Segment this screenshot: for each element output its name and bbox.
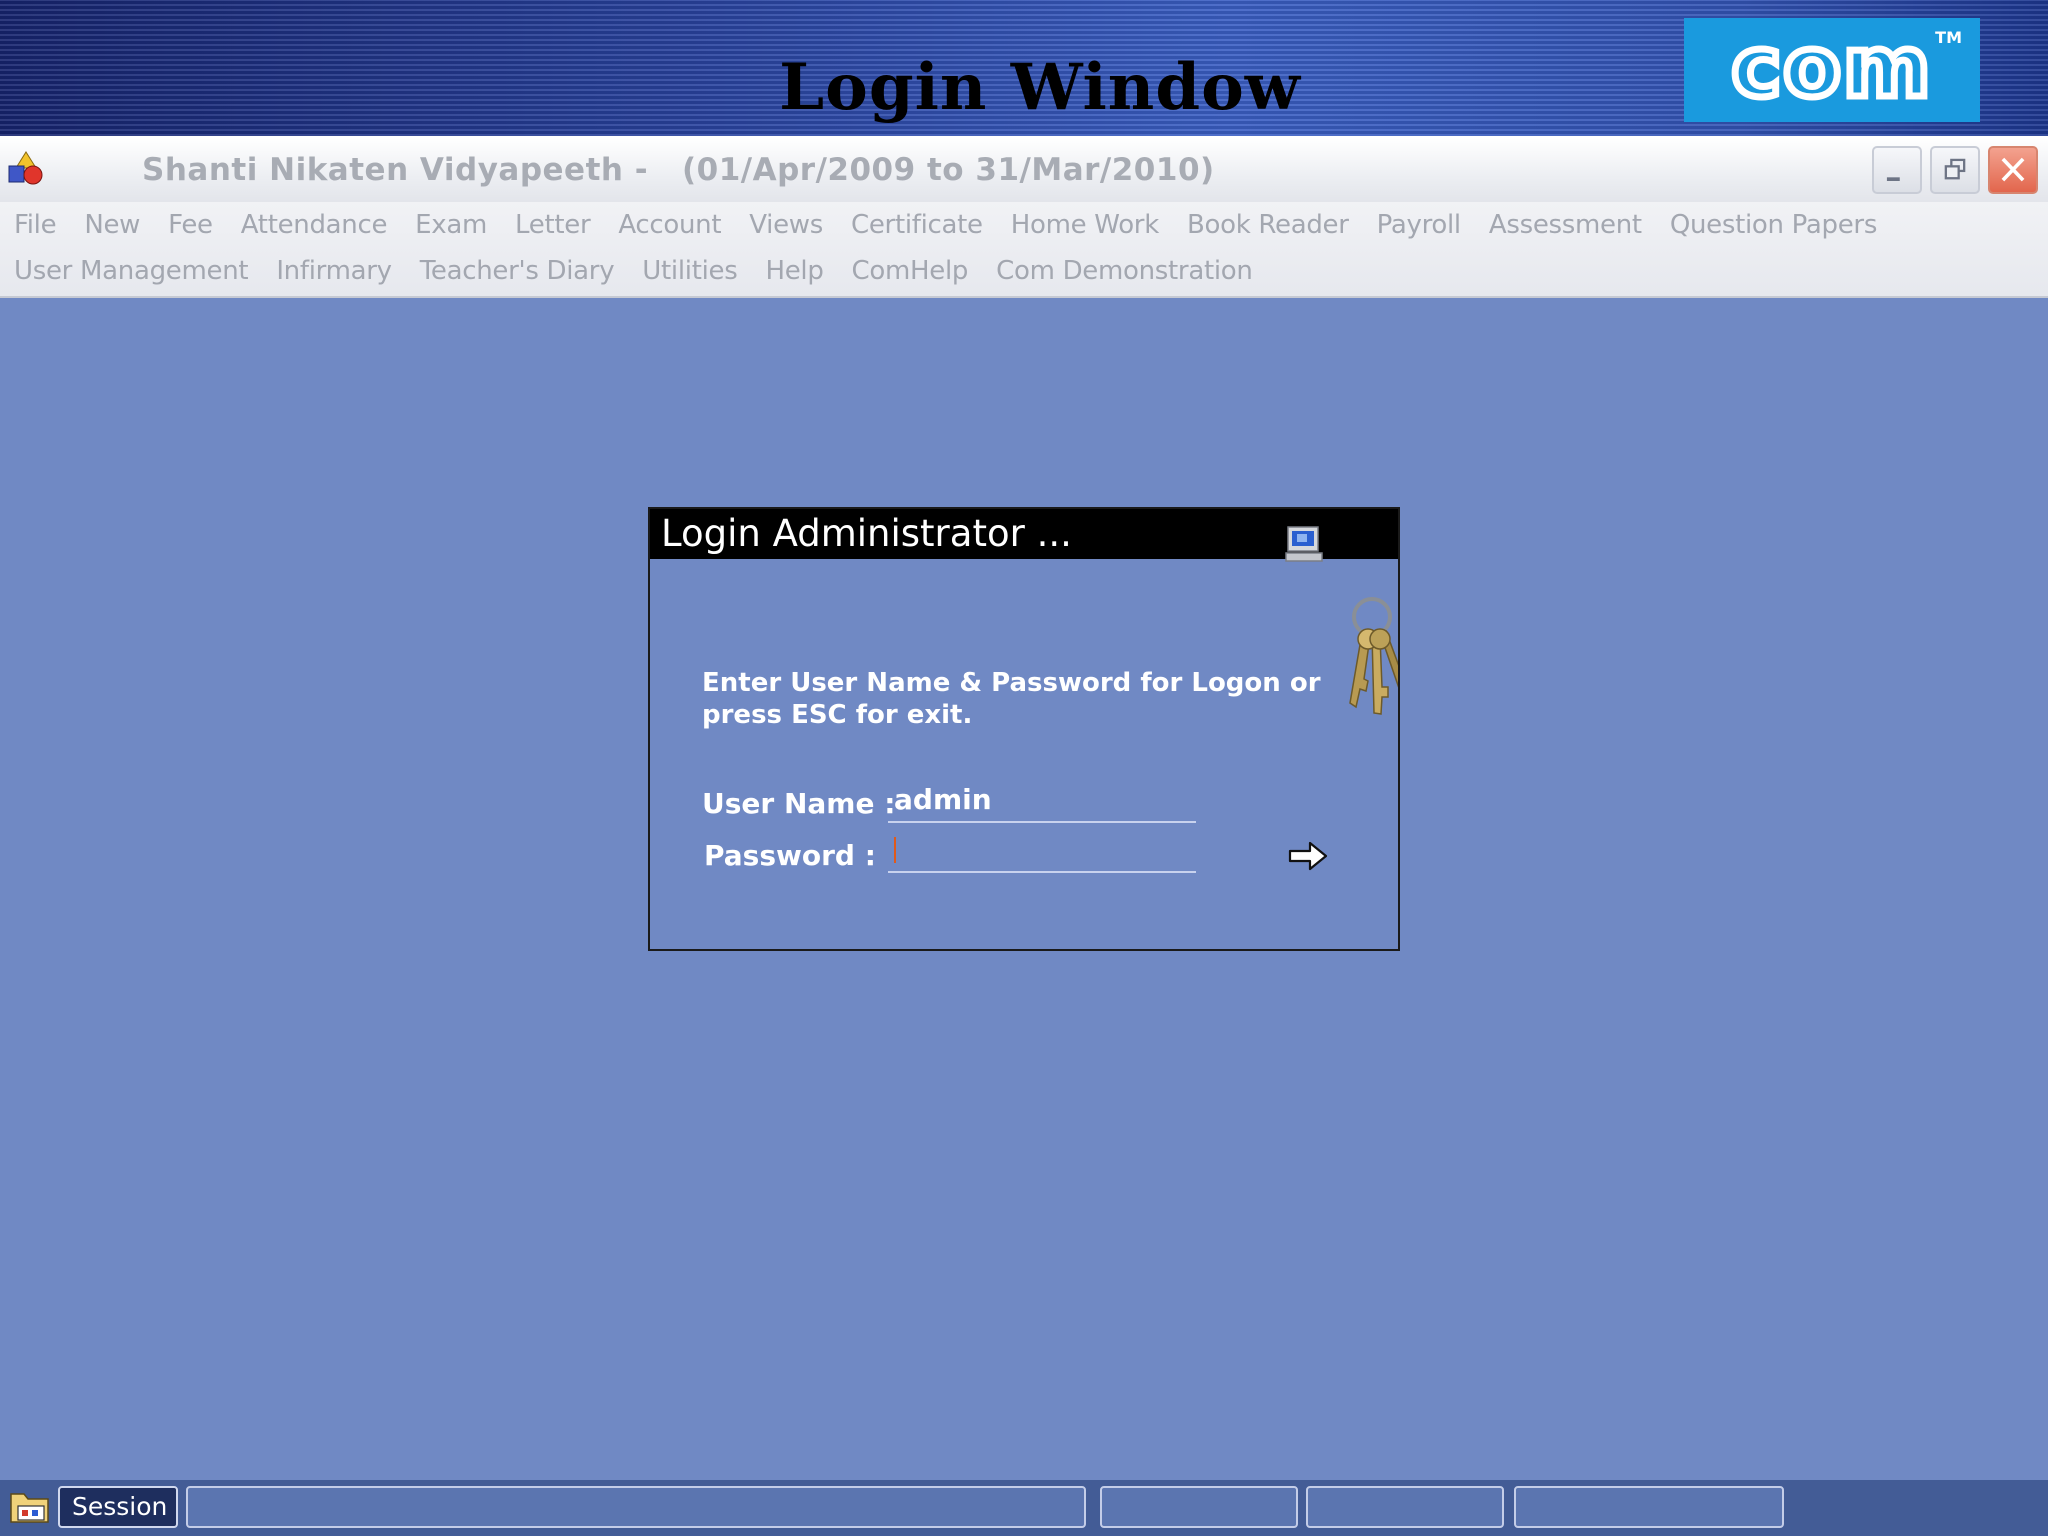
menu-new[interactable]: New [70, 204, 154, 250]
text-caret [894, 837, 896, 863]
restore-button[interactable] [1930, 146, 1980, 194]
app-shapes-icon [8, 151, 43, 185]
window-titlebar: Shanti Nikaten Vidyapeeth - (01/Apr/2009… [0, 136, 2048, 204]
folder-icon[interactable] [8, 1486, 52, 1526]
menu-user-management[interactable]: User Management [0, 250, 262, 296]
menu-payroll[interactable]: Payroll [1363, 204, 1475, 250]
com-logo-icon: com TM [1684, 18, 1980, 122]
status-panel-3 [1306, 1486, 1504, 1528]
menu-utilities[interactable]: Utilities [628, 250, 751, 296]
menu-bar: File New Fee Attendance Exam Letter Acco… [0, 202, 2048, 298]
close-button[interactable] [1988, 146, 2038, 194]
menu-help[interactable]: Help [751, 250, 837, 296]
logo-text: com [1728, 18, 1934, 116]
menu-views[interactable]: Views [735, 204, 837, 250]
computer-icon [1285, 526, 1323, 562]
menu-infirmary[interactable]: Infirmary [262, 250, 405, 296]
menu-home-work[interactable]: Home Work [997, 204, 1173, 250]
menu-account[interactable]: Account [604, 204, 735, 250]
session-button[interactable]: Session [58, 1486, 178, 1528]
menu-assessment[interactable]: Assessment [1475, 204, 1656, 250]
menu-comhelp[interactable]: ComHelp [838, 250, 983, 296]
username-label: User Name : [702, 787, 896, 820]
menu-question-papers[interactable]: Question Papers [1656, 204, 1891, 250]
menu-row-2: User Management Infirmary Teacher's Diar… [0, 250, 1267, 296]
taskbar: Session [0, 1480, 2048, 1536]
top-banner: Login Window com TM [0, 0, 2048, 136]
password-label: Password : [704, 839, 876, 872]
app-title: Shanti Nikaten Vidyapeeth - (01/Apr/2009… [142, 152, 1215, 188]
status-panel-4 [1514, 1486, 1784, 1528]
login-instruction: Enter User Name & Password for Logon or … [702, 668, 1321, 730]
minimize-button[interactable] [1872, 146, 1922, 194]
menu-certificate[interactable]: Certificate [837, 204, 997, 250]
status-panel-1 [186, 1486, 1086, 1528]
dialog-title: Login Administrator ... [661, 512, 1072, 555]
arrow-right-icon[interactable] [1286, 839, 1330, 873]
menu-book-reader[interactable]: Book Reader [1173, 204, 1363, 250]
menu-file[interactable]: File [0, 204, 70, 250]
password-field[interactable] [888, 831, 1196, 873]
login-dialog: Login Administrator ... Enter User Name … [648, 507, 1400, 951]
username-field[interactable]: admin [888, 781, 1196, 823]
restore-icon [1944, 158, 1966, 180]
menu-teachers-diary[interactable]: Teacher's Diary [406, 250, 629, 296]
menu-letter[interactable]: Letter [501, 204, 604, 250]
menu-row-1: File New Fee Attendance Exam Letter Acco… [0, 204, 1891, 250]
menu-exam[interactable]: Exam [401, 204, 501, 250]
menu-com-demonstration[interactable]: Com Demonstration [982, 250, 1266, 296]
menu-attendance[interactable]: Attendance [227, 204, 401, 250]
minimize-icon [1886, 177, 1900, 181]
menu-fee[interactable]: Fee [154, 204, 227, 250]
logo-trademark: TM [1935, 28, 1962, 47]
close-icon [2001, 157, 2025, 182]
status-panel-2 [1100, 1486, 1298, 1528]
